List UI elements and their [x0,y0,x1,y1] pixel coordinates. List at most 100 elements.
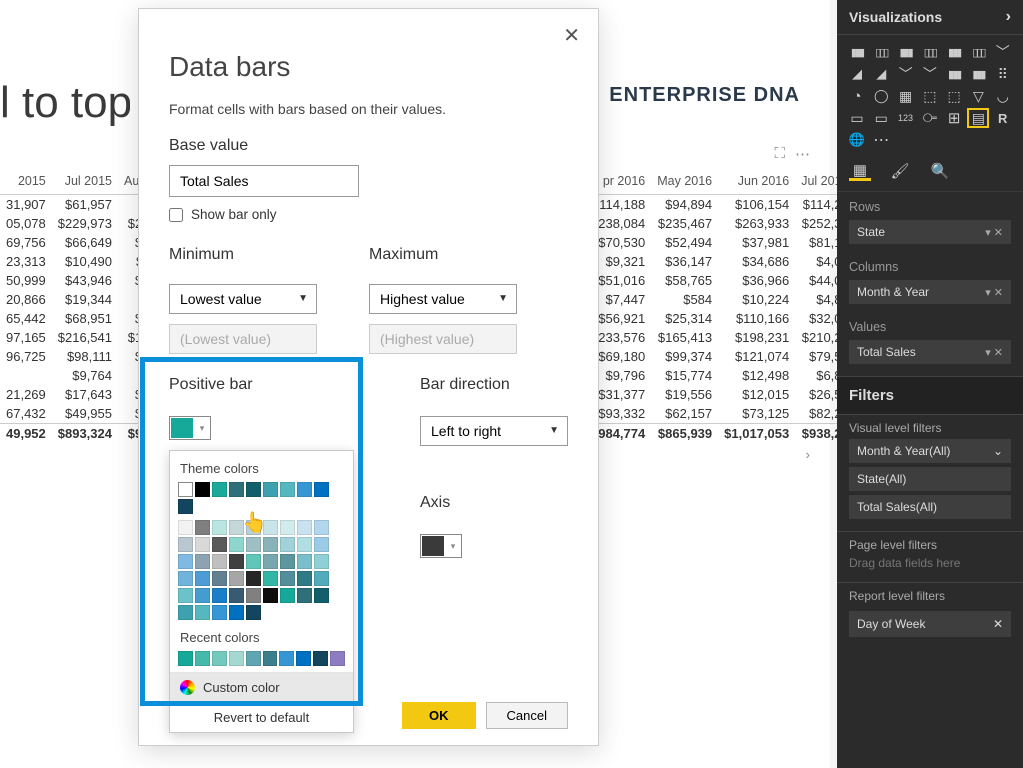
waterfall-icon[interactable] [968,65,988,83]
stacked-column-icon[interactable] [896,43,916,61]
filter-pill[interactable]: State(All) [849,467,1011,491]
color-swatch[interactable] [229,571,244,586]
color-swatch[interactable] [195,554,210,569]
day-of-week-pill[interactable]: Day of Week ✕ [849,611,1011,637]
color-swatch[interactable] [246,554,261,569]
color-swatch[interactable] [314,588,329,603]
color-swatch[interactable] [280,482,295,497]
area-chart-icon[interactable] [847,65,867,83]
focus-mode-icon[interactable]: ⛶ [774,145,785,163]
color-swatch[interactable] [263,588,278,603]
table-visual-icon[interactable] [944,109,964,127]
color-swatch[interactable] [212,588,227,603]
color-swatch[interactable] [297,537,312,552]
card-icon[interactable] [847,109,867,127]
color-swatch[interactable] [212,520,227,535]
stacked-bar-icon[interactable] [847,43,867,61]
color-swatch[interactable] [314,537,329,552]
color-swatch[interactable] [246,588,261,603]
arcgis-icon[interactable] [847,131,867,149]
color-swatch[interactable] [280,520,295,535]
map-icon[interactable] [920,87,940,105]
multirow-card-icon[interactable] [871,109,891,127]
color-swatch[interactable] [246,482,261,497]
color-swatch[interactable] [195,651,210,666]
import-visual-icon[interactable] [871,131,891,149]
clustered-bar-icon[interactable] [871,43,891,61]
matrix-visual-icon[interactable] [968,109,988,127]
color-swatch[interactable] [178,499,193,514]
positive-bar-color-button[interactable]: ▾ [169,416,211,440]
color-swatch[interactable] [229,537,244,552]
color-swatch[interactable] [195,588,210,603]
color-swatch[interactable] [178,537,193,552]
bar-direction-select[interactable]: Left to right [420,416,568,446]
chevron-down-icon[interactable]: ▾ ✕ [985,226,1003,239]
r-visual-icon[interactable] [993,109,1013,127]
color-swatch[interactable] [313,651,328,666]
color-swatch[interactable] [280,554,295,569]
minimum-select[interactable]: Lowest value [169,284,317,314]
color-swatch[interactable] [263,482,278,497]
color-swatch[interactable] [314,482,329,497]
kpi-icon[interactable] [896,109,916,127]
treemap-icon[interactable] [896,87,916,105]
chevron-down-icon[interactable]: ▾ ✕ [985,346,1003,359]
color-swatch[interactable] [314,554,329,569]
color-swatch[interactable] [280,588,295,603]
color-swatch[interactable] [330,651,345,666]
funnel-icon[interactable] [968,87,988,105]
color-swatch[interactable] [280,571,295,586]
color-swatch[interactable] [229,520,244,535]
clustered-column-icon[interactable] [920,43,940,61]
stacked-area-icon[interactable] [871,65,891,83]
color-swatch[interactable] [314,571,329,586]
collapse-pane-icon[interactable]: › [1006,8,1011,26]
color-swatch[interactable] [178,482,193,497]
color-swatch[interactable] [263,651,278,666]
color-swatch[interactable] [280,537,295,552]
line-clustered-icon[interactable] [896,65,916,83]
fields-tab-icon[interactable]: ▦ [849,161,871,181]
format-tab-icon[interactable]: 🖌 [889,161,911,181]
color-swatch[interactable] [178,588,193,603]
color-swatch[interactable] [279,651,294,666]
stacked100-bar-icon[interactable] [944,43,964,61]
show-bar-only-input[interactable] [169,208,183,222]
color-swatch[interactable] [296,651,311,666]
color-swatch[interactable] [212,571,227,586]
base-value-field[interactable]: Total Sales [169,165,359,197]
ok-button[interactable]: OK [402,702,476,729]
color-swatch[interactable] [195,537,210,552]
color-swatch[interactable] [195,571,210,586]
color-swatch[interactable] [297,571,312,586]
line-stacked-icon[interactable] [920,65,940,83]
maximum-value-input[interactable]: (Highest value) [369,324,517,354]
color-swatch[interactable] [178,554,193,569]
color-swatch[interactable] [314,520,329,535]
revert-default-action[interactable]: Revert to default [170,702,353,732]
color-swatch[interactable] [246,571,261,586]
color-swatch[interactable] [263,520,278,535]
color-swatch[interactable] [178,571,193,586]
maximum-select[interactable]: Highest value [369,284,517,314]
cancel-button[interactable]: Cancel [486,702,568,729]
color-swatch[interactable] [246,605,261,620]
color-swatch[interactable] [263,571,278,586]
color-swatch[interactable] [246,537,261,552]
color-swatch[interactable] [229,482,244,497]
color-swatch[interactable] [229,554,244,569]
filter-pill[interactable]: Total Sales(All) [849,495,1011,519]
color-swatch[interactable] [246,520,261,535]
color-swatch[interactable] [297,588,312,603]
donut-chart-icon[interactable] [871,87,891,105]
columns-field-pill[interactable]: Month & Year▾ ✕ [849,280,1011,304]
color-swatch[interactable] [212,605,227,620]
axis-color-button[interactable]: ▾ [420,534,462,558]
scatter-icon[interactable] [993,65,1013,83]
color-swatch[interactable] [246,651,261,666]
gauge-icon[interactable] [993,87,1013,105]
color-swatch[interactable] [195,520,210,535]
line-chart-icon[interactable] [993,43,1013,61]
color-swatch[interactable] [195,482,210,497]
